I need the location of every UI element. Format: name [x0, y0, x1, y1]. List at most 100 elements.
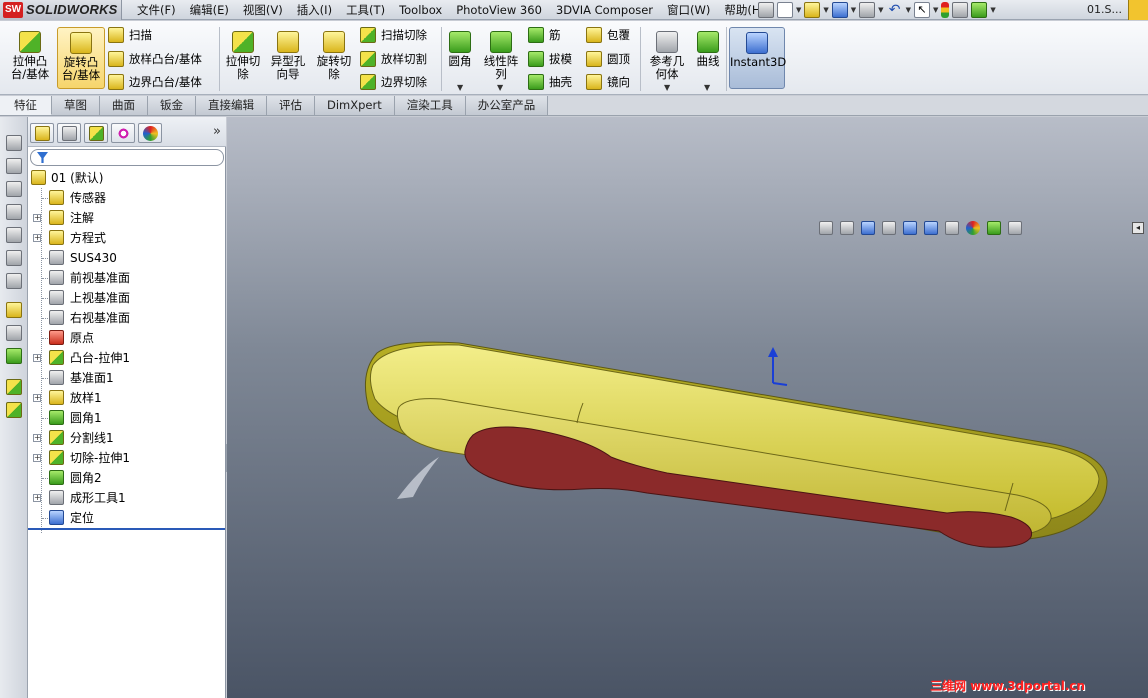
- tree-item[interactable]: 定位: [28, 508, 226, 528]
- tree-item[interactable]: 传感器: [28, 188, 226, 208]
- menu-file[interactable]: 文件(F): [130, 0, 183, 20]
- save-dropdown-arrow[interactable]: ▼: [851, 6, 856, 14]
- display-style-icon[interactable]: [924, 221, 938, 235]
- view-isometric-icon[interactable]: [6, 273, 22, 289]
- cut-shortcut-icon[interactable]: [6, 402, 22, 418]
- curves-button[interactable]: 曲线: [693, 27, 723, 89]
- tab-office-products[interactable]: 办公室产品: [465, 96, 549, 115]
- tab-features[interactable]: 特征: [0, 96, 52, 115]
- expand-toggle-icon[interactable]: +: [33, 394, 41, 402]
- apply-scene-icon[interactable]: [987, 221, 1001, 235]
- pattern-dropdown-arrow[interactable]: ▼: [497, 83, 503, 92]
- feature-manager-tab[interactable]: [30, 123, 54, 143]
- menu-3dvia[interactable]: 3DVIA Composer: [549, 0, 660, 20]
- section-view-icon[interactable]: [882, 221, 896, 235]
- boundary-cut-button[interactable]: 边界切除: [360, 72, 427, 92]
- hide-show-items-icon[interactable]: [945, 221, 959, 235]
- previous-view-icon[interactable]: [861, 221, 875, 235]
- options-icon[interactable]: [971, 2, 988, 18]
- tab-sketch[interactable]: 草图: [52, 96, 100, 115]
- expand-toggle-icon[interactable]: +: [33, 454, 41, 462]
- pin-icon[interactable]: [758, 2, 774, 18]
- view-front-icon[interactable]: [6, 135, 22, 151]
- print-dropdown-arrow[interactable]: ▼: [878, 6, 883, 14]
- view-bottom-icon[interactable]: [6, 250, 22, 266]
- menu-view[interactable]: 视图(V): [236, 0, 290, 20]
- dimxpert-manager-tab[interactable]: [111, 123, 135, 143]
- menu-photoview[interactable]: PhotoView 360: [449, 0, 549, 20]
- fillet-button[interactable]: 圆角: [444, 27, 476, 89]
- menu-toolbox[interactable]: Toolbox: [392, 0, 449, 20]
- view-left-icon[interactable]: [6, 181, 22, 197]
- extrude-cut-button[interactable]: 拉伸切除: [224, 27, 262, 89]
- tree-item[interactable]: + 注解: [28, 208, 226, 228]
- expand-toggle-icon[interactable]: +: [33, 354, 41, 362]
- undo-dropdown-arrow[interactable]: ▼: [906, 6, 911, 14]
- tab-direct-editing[interactable]: 直接编辑: [196, 96, 267, 115]
- linear-pattern-button[interactable]: 线性阵列: [480, 27, 522, 89]
- lofted-cut-button[interactable]: 放样切割: [360, 49, 427, 69]
- tree-item[interactable]: + 方程式: [28, 228, 226, 248]
- menu-tools[interactable]: 工具(T): [339, 0, 392, 20]
- wrap-button[interactable]: 包覆: [586, 25, 630, 45]
- graphics-area[interactable]: ◂: [227, 117, 1148, 698]
- tree-item[interactable]: SUS430: [28, 248, 226, 268]
- loft-button[interactable]: 放样凸台/基体: [108, 49, 202, 69]
- draft-button[interactable]: 拔模: [528, 49, 572, 69]
- tab-surfaces[interactable]: 曲面: [100, 96, 148, 115]
- save-icon[interactable]: [831, 2, 848, 18]
- menu-window[interactable]: 窗口(W): [660, 0, 717, 20]
- more-tabs-icon[interactable]: »: [213, 124, 221, 139]
- tree-item[interactable]: 前视基准面: [28, 268, 226, 288]
- tree-item[interactable]: + 凸台-拉伸1: [28, 348, 226, 368]
- tab-sheet-metal[interactable]: 钣金: [148, 96, 196, 115]
- tree-item[interactable]: 右视基准面: [28, 308, 226, 328]
- property-manager-tab[interactable]: [57, 123, 81, 143]
- tree-item[interactable]: 基准面1: [28, 368, 226, 388]
- sweep-button[interactable]: 扫描: [108, 25, 152, 45]
- view-orientation-icon[interactable]: [903, 221, 917, 235]
- file-properties-icon[interactable]: [952, 2, 969, 18]
- expand-toggle-icon[interactable]: +: [33, 494, 41, 502]
- boundary-boss-button[interactable]: 边界凸台/基体: [108, 72, 202, 92]
- tree-item[interactable]: + 分割线1: [28, 428, 226, 448]
- tree-item[interactable]: 圆角1: [28, 408, 226, 428]
- extrude-shortcut-icon[interactable]: [6, 379, 22, 395]
- tree-item[interactable]: + 成形工具1: [28, 488, 226, 508]
- tree-item[interactable]: 上视基准面: [28, 288, 226, 308]
- open-folder-icon[interactable]: [804, 2, 821, 18]
- fillet-dropdown-arrow[interactable]: ▼: [457, 83, 463, 92]
- tree-item[interactable]: + 放样1: [28, 388, 226, 408]
- traffic-light-icon[interactable]: [941, 2, 950, 18]
- new-dropdown-arrow[interactable]: ▼: [796, 6, 801, 14]
- configuration-manager-tab[interactable]: [84, 123, 108, 143]
- instant3d-button[interactable]: Instant3D: [729, 27, 786, 89]
- select-dropdown-arrow[interactable]: ▼: [933, 6, 938, 14]
- tab-evaluate[interactable]: 评估: [267, 96, 315, 115]
- curves-dropdown-arrow[interactable]: ▼: [704, 83, 710, 92]
- menu-edit[interactable]: 编辑(E): [183, 0, 236, 20]
- view-settings-icon[interactable]: [1008, 221, 1022, 235]
- sketch-icon[interactable]: [6, 302, 22, 318]
- revolve-boss-button[interactable]: 旋转凸台/基体: [57, 27, 105, 89]
- relations-icon[interactable]: [6, 348, 22, 364]
- print-icon[interactable]: [859, 2, 876, 18]
- help-search-icon[interactable]: [1128, 0, 1148, 20]
- tree-item[interactable]: 原点: [28, 328, 226, 348]
- hole-wizard-button[interactable]: 异型孔向导: [266, 27, 310, 89]
- select-arrow-icon[interactable]: ↖: [913, 2, 930, 18]
- rib-button[interactable]: 筋: [528, 25, 561, 45]
- menu-insert[interactable]: 插入(I): [290, 0, 339, 20]
- revolve-cut-button[interactable]: 旋转切除: [314, 27, 354, 89]
- view-back-icon[interactable]: [6, 158, 22, 174]
- tree-item[interactable]: 圆角2: [28, 468, 226, 488]
- dome-button[interactable]: 圆顶: [586, 49, 630, 69]
- undo-icon[interactable]: ↶: [887, 2, 903, 18]
- solidworks-logo[interactable]: SW SOLIDWORKS: [0, 0, 122, 20]
- zoom-area-icon[interactable]: [840, 221, 854, 235]
- reference-geometry-button[interactable]: 参考几何体: [645, 27, 689, 89]
- tree-item[interactable]: + 切除-拉伸1: [28, 448, 226, 468]
- view-top-icon[interactable]: [6, 227, 22, 243]
- tab-render-tools[interactable]: 渲染工具: [394, 96, 466, 115]
- zoom-fit-icon[interactable]: [819, 221, 833, 235]
